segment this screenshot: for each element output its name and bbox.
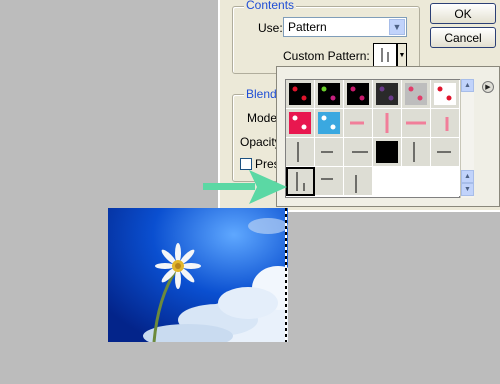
ok-button[interactable]: OK [430, 3, 496, 24]
pattern-swatch[interactable] [402, 138, 431, 167]
pattern-swatch[interactable] [286, 138, 315, 167]
pattern-thumbnail-icon [381, 48, 389, 62]
opacity-label: Opacity [240, 135, 281, 149]
pattern-swatch[interactable] [315, 167, 344, 196]
pattern-swatch[interactable] [402, 109, 431, 138]
cancel-button[interactable]: Cancel [430, 27, 496, 48]
pattern-swatch[interactable] [315, 80, 344, 109]
daisy-photo [108, 208, 288, 342]
pattern-grid [285, 79, 460, 198]
pattern-swatch[interactable] [315, 109, 344, 138]
use-label: Use: [258, 21, 283, 35]
pattern-swatch[interactable] [431, 138, 460, 167]
pattern-swatch[interactable] [286, 109, 315, 138]
pattern-swatch[interactable] [431, 109, 460, 138]
pattern-swatch[interactable] [344, 138, 373, 167]
mode-label: Mode [247, 111, 278, 125]
pattern-slot-empty [373, 167, 402, 196]
pattern-swatch-selected[interactable] [286, 167, 315, 196]
pattern-scrollbar[interactable]: ▲ ▲ ▼ [460, 79, 474, 198]
custom-pattern-swatch[interactable] [373, 43, 397, 67]
selection-marquee [285, 208, 287, 342]
pattern-swatch[interactable] [373, 80, 402, 109]
use-select-value: Pattern [288, 20, 327, 34]
pattern-dropdown-button[interactable]: ▼ [397, 43, 407, 67]
pattern-swatch[interactable] [344, 109, 373, 138]
arrow-right-icon [203, 170, 287, 204]
pattern-swatch[interactable] [315, 138, 344, 167]
pattern-swatch[interactable] [344, 167, 373, 196]
contents-legend: Contents [244, 0, 297, 12]
pattern-slot-empty [402, 167, 431, 196]
menu-arrow-icon[interactable]: ▶ [482, 81, 494, 93]
pattern-swatch[interactable] [373, 138, 402, 167]
pattern-swatch[interactable] [286, 80, 315, 109]
custom-pattern-label: Custom Pattern: [283, 49, 370, 63]
scroll-down-icon[interactable]: ▲ [461, 170, 474, 183]
pattern-swatch[interactable] [344, 80, 373, 109]
pattern-slot-empty [431, 167, 460, 196]
scroll-down-icon[interactable]: ▼ [461, 183, 474, 196]
scroll-up-icon[interactable]: ▲ [461, 79, 474, 92]
pattern-swatch[interactable] [402, 80, 431, 109]
pattern-swatch[interactable] [373, 109, 402, 138]
pattern-swatch[interactable] [431, 80, 460, 109]
chevron-down-icon[interactable]: ▼ [389, 19, 405, 35]
use-select[interactable]: Pattern ▼ [283, 17, 407, 37]
